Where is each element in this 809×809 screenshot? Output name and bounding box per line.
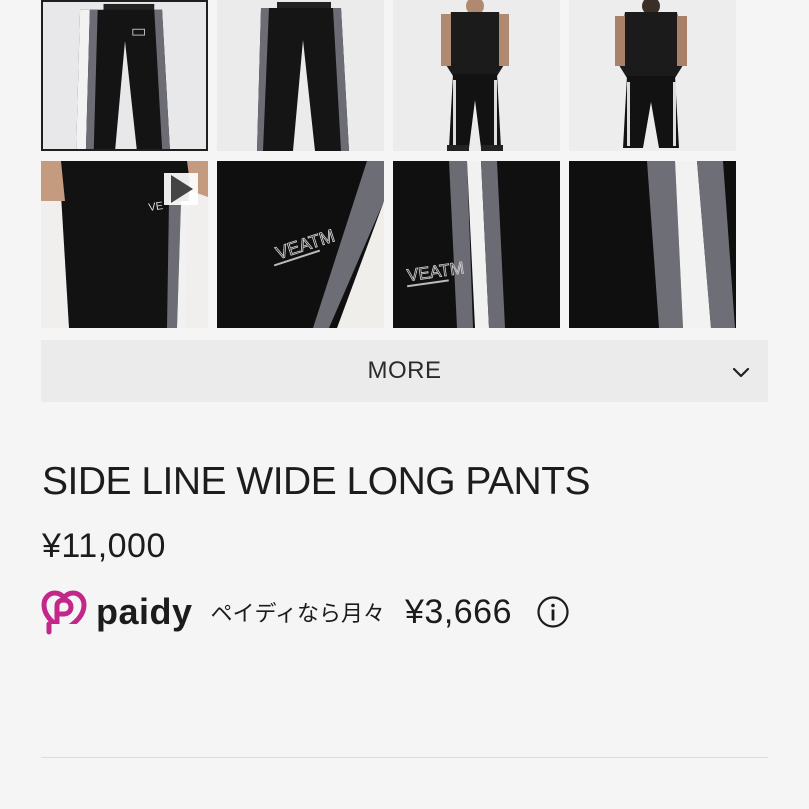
gallery-thumbnail-3[interactable]	[393, 0, 560, 151]
gallery-thumbnail-7[interactable]: VEATM	[393, 161, 560, 328]
gallery-thumbnail-8[interactable]	[569, 161, 736, 328]
paidy-text: ペイディなら月々	[210, 601, 385, 626]
play-icon	[171, 175, 193, 203]
more-label: MORE	[367, 357, 442, 384]
pants-back-image	[217, 0, 384, 151]
paidy-installment: paidy ペイディなら月々 ¥3,666	[40, 588, 570, 636]
pants-front-image	[43, 2, 206, 149]
logo-detail-image: VEATM	[217, 161, 384, 328]
image-gallery: VE VEATM VEATM	[41, 0, 737, 328]
gallery-thumbnail-5[interactable]: VE	[41, 161, 208, 328]
paidy-amount: ¥3,666	[405, 592, 512, 631]
gallery-thumbnail-4[interactable]	[569, 0, 736, 151]
more-button[interactable]: MORE	[41, 340, 768, 402]
section-divider	[41, 757, 768, 758]
gallery-thumbnail-6[interactable]: VEATM	[217, 161, 384, 328]
gallery-thumbnail-1[interactable]	[41, 0, 208, 151]
gallery-thumbnail-2[interactable]	[217, 0, 384, 151]
product-price: ¥11,000	[42, 527, 166, 565]
stripe-detail-image	[569, 161, 736, 328]
pocket-detail-image: VEATM	[393, 161, 560, 328]
product-title: SIDE LINE WIDE LONG PANTS	[42, 460, 591, 503]
info-icon[interactable]	[536, 595, 570, 629]
model-back-image	[569, 0, 736, 151]
play-button[interactable]	[164, 173, 198, 205]
svg-text:VE: VE	[148, 200, 164, 214]
model-front-image	[393, 0, 560, 151]
chevron-down-icon	[732, 367, 750, 378]
paidy-logo-icon	[40, 590, 88, 636]
paidy-brand: paidy	[96, 591, 193, 632]
product-page: VE VEATM VEATM MORE SIDE LINE WIDE LONG …	[0, 0, 809, 809]
